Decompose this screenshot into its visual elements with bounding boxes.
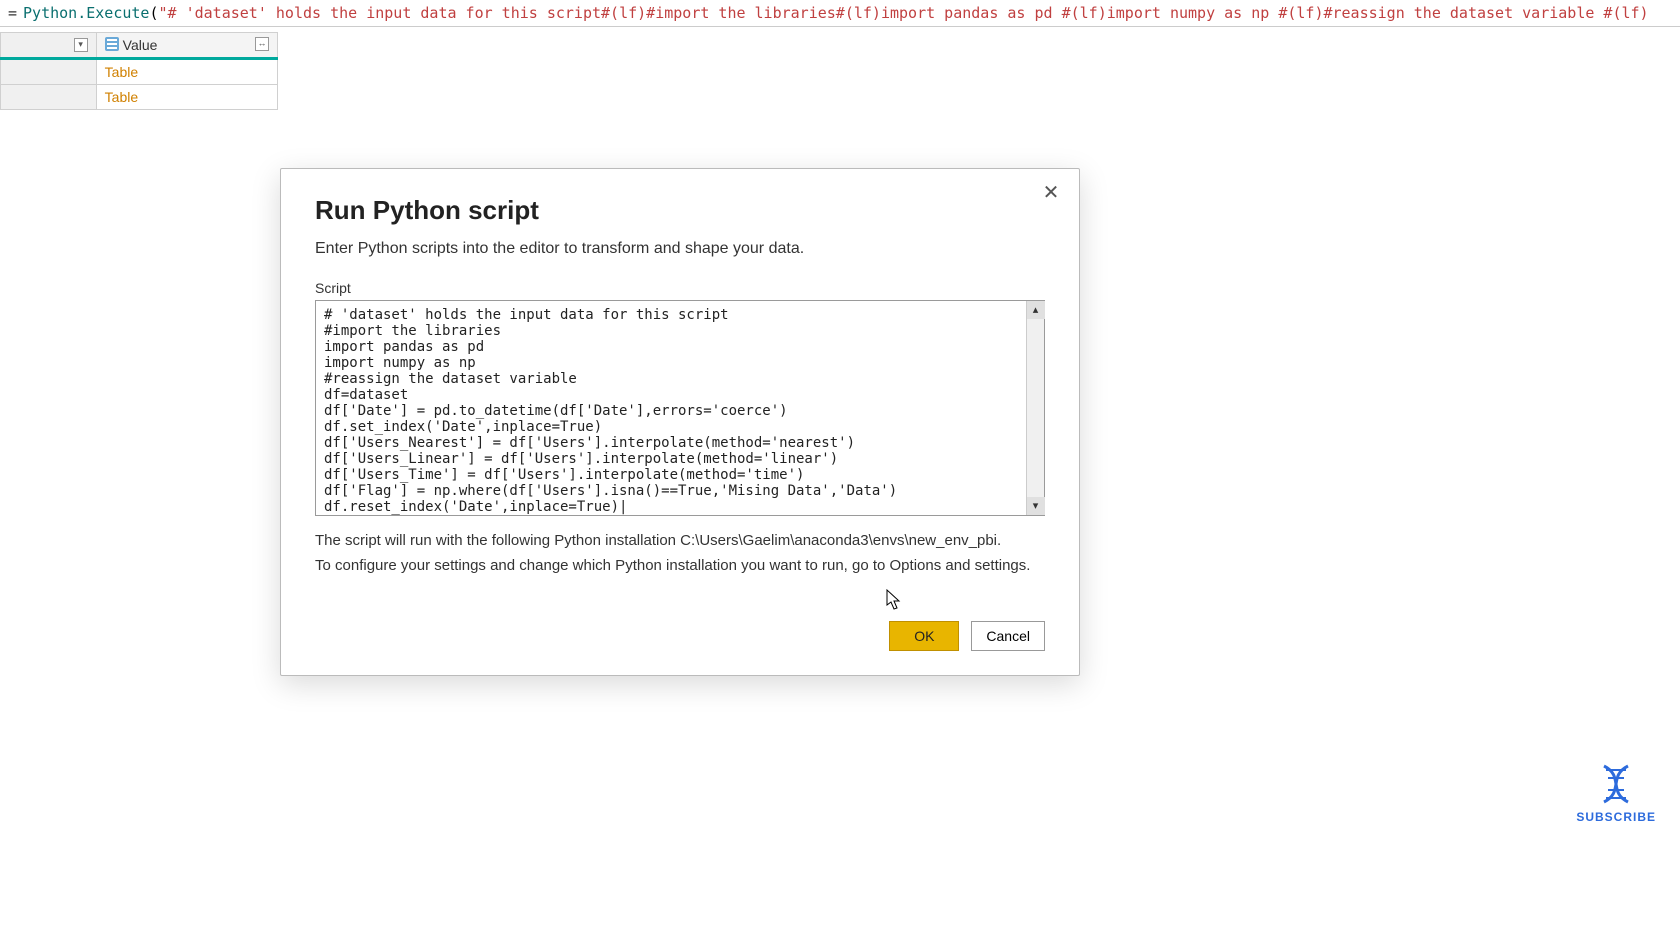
close-icon[interactable]: ✕ — [1037, 179, 1065, 207]
formula-open-paren: ( — [149, 4, 158, 22]
column-header-value[interactable]: Value ↔ — [96, 33, 277, 59]
formula-function: Python.Execute — [23, 4, 149, 22]
formula-equals: = — [8, 4, 17, 22]
cell-value-link[interactable]: Table — [96, 59, 277, 85]
script-label: Script — [315, 280, 1045, 296]
dialog-button-row: OK Cancel — [315, 621, 1045, 651]
column-header-value-label: Value — [123, 37, 158, 53]
scroll-down-icon[interactable]: ▾ — [1027, 497, 1045, 515]
mouse-cursor-icon — [886, 589, 902, 611]
data-preview-table: ▾ Value ↔ Table Table — [0, 32, 278, 110]
table-type-icon — [105, 37, 119, 51]
formula-bar[interactable]: = Python.Execute("# 'dataset' holds the i… — [0, 0, 1680, 27]
formula-argument: "# 'dataset' holds the input data for th… — [159, 4, 1649, 22]
dialog-title: Run Python script — [315, 195, 1045, 226]
column-header-index[interactable]: ▾ — [1, 33, 97, 59]
cell-value-link[interactable]: Table — [96, 85, 277, 110]
dna-icon — [1594, 762, 1638, 806]
script-textarea[interactable] — [316, 301, 1026, 515]
subscribe-label: SUBSCRIBE — [1576, 810, 1656, 824]
column-value-expand-icon[interactable]: ↔ — [255, 37, 269, 51]
cell-index — [1, 59, 97, 85]
dialog-subtitle: Enter Python scripts into the editor to … — [315, 240, 1045, 258]
script-editor-wrapper: ▴ ▾ — [315, 300, 1045, 516]
subscribe-badge[interactable]: SUBSCRIBE — [1576, 762, 1656, 824]
column-index-dropdown-icon[interactable]: ▾ — [74, 38, 88, 52]
configure-hint-text: To configure your settings and change wh… — [315, 555, 1045, 578]
cancel-button[interactable]: Cancel — [971, 621, 1045, 651]
ok-button[interactable]: OK — [889, 621, 959, 651]
scroll-up-icon[interactable]: ▴ — [1027, 301, 1045, 319]
python-install-path-text: The script will run with the following P… — [315, 530, 1045, 553]
scrollbar[interactable]: ▴ ▾ — [1026, 301, 1044, 515]
table-row[interactable]: Table — [1, 85, 278, 110]
table-row[interactable]: Table — [1, 59, 278, 85]
run-python-script-dialog: ✕ Run Python script Enter Python scripts… — [280, 168, 1080, 676]
cell-index — [1, 85, 97, 110]
